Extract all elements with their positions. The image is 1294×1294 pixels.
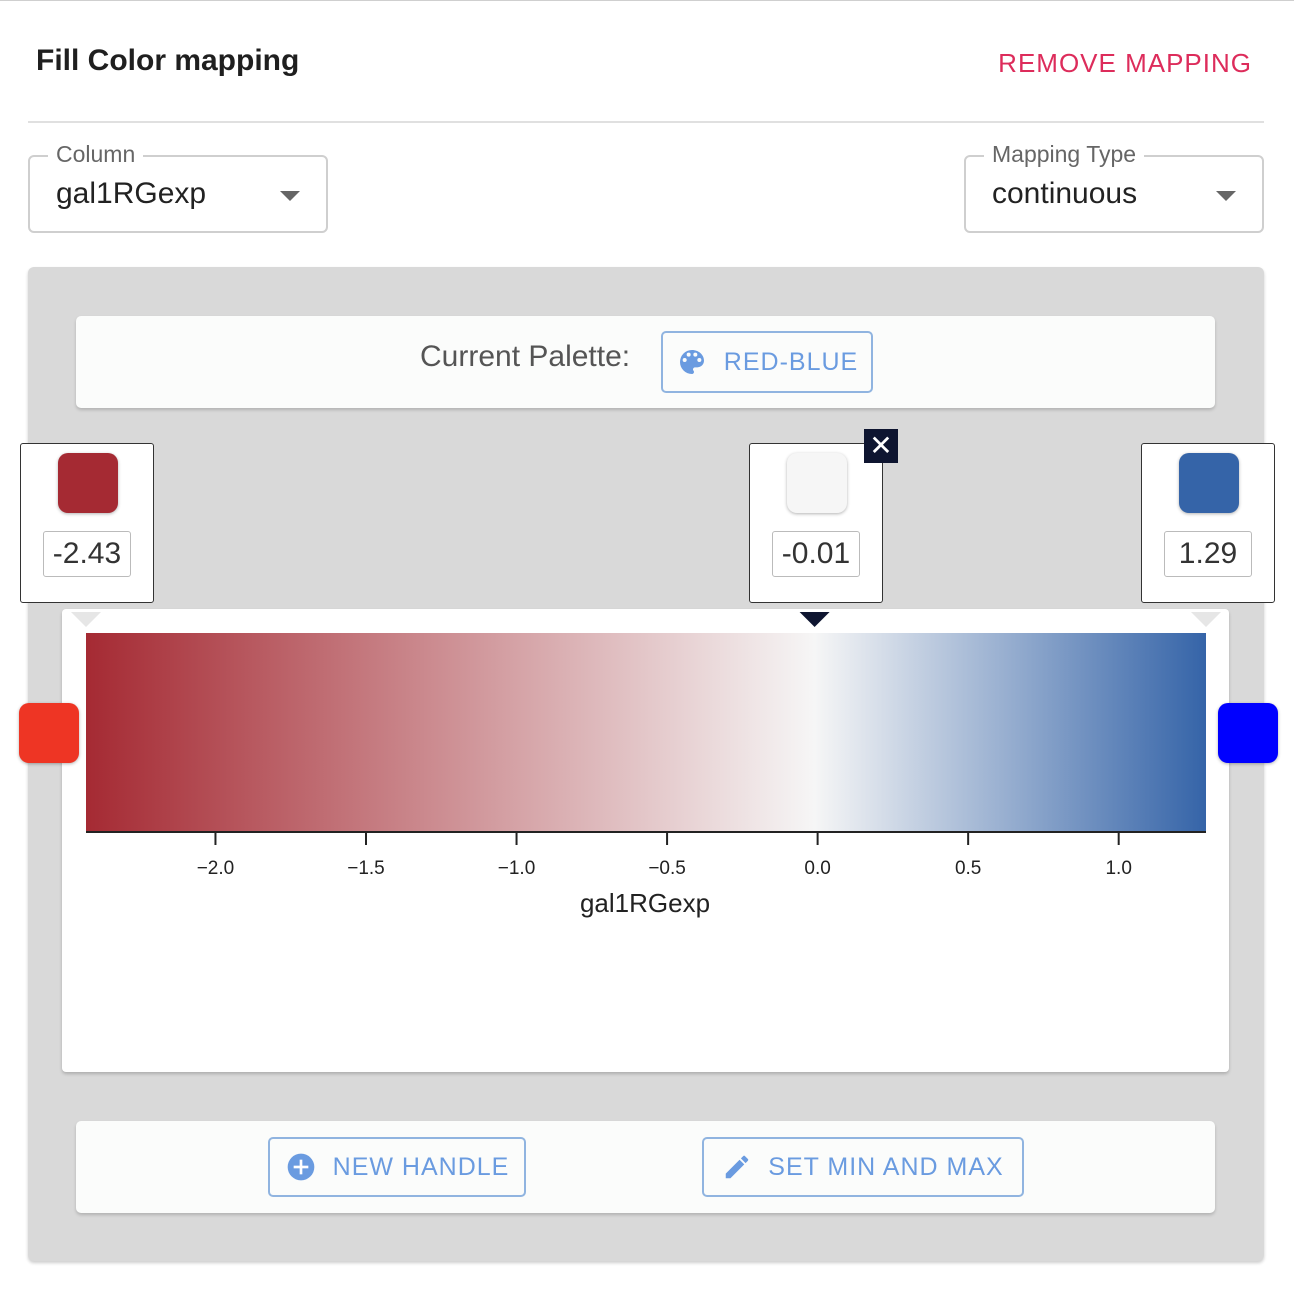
handle-pointer <box>71 612 101 627</box>
gradient-chart: −2.0 −1.5 −1.0 −0.5 0.0 0.5 1.0 gal1RGexp <box>71 612 1221 918</box>
x-tick-label: 0.5 <box>955 858 981 879</box>
x-axis-label: gal1RGexp <box>580 888 710 918</box>
mapping-type-select[interactable]: Mapping Type continuous <box>964 141 1264 233</box>
set-min-max-button[interactable]: SET MIN AND MAX <box>702 1137 1024 1197</box>
chevron-down-icon <box>1216 191 1236 201</box>
x-tick-label: −2.0 <box>197 858 235 879</box>
chevron-down-icon <box>280 191 300 201</box>
set-min-max-label: SET MIN AND MAX <box>768 1152 1004 1181</box>
palette-button[interactable]: RED-BLUE <box>661 331 873 393</box>
mapping-type-value: continuous <box>992 177 1138 210</box>
mapping-type-label: Mapping Type <box>984 141 1145 168</box>
add-circle-icon <box>287 1153 314 1181</box>
handle-color-swatch[interactable] <box>1179 453 1239 513</box>
right-end-color-button[interactable] <box>1218 703 1278 763</box>
new-handle-label: NEW HANDLE <box>332 1152 510 1181</box>
color-handle-max[interactable]: 1.29 <box>1141 443 1275 603</box>
x-tick-label: 1.0 <box>1105 858 1131 879</box>
palette-button-label: RED-BLUE <box>723 347 859 376</box>
color-gradient-bar <box>86 633 1206 832</box>
pencil-icon <box>726 1155 749 1179</box>
x-tick-label: 0.0 <box>804 858 830 879</box>
remove-mapping-button[interactable]: REMOVE MAPPING <box>998 48 1252 79</box>
column-select[interactable]: Column gal1RGexp <box>28 141 328 233</box>
handle-pointer <box>1191 612 1221 627</box>
x-tick-label: −1.0 <box>498 858 536 879</box>
palette-icon <box>679 350 704 374</box>
page-title: Fill Color mapping <box>36 44 300 77</box>
handle-value-input[interactable]: -0.01 <box>772 531 860 577</box>
current-palette-label: Current Palette: <box>420 340 631 373</box>
column-value: gal1RGexp <box>56 177 207 210</box>
color-handle-mid[interactable]: -0.01 <box>749 443 883 603</box>
actions-card: NEW HANDLE SET MIN AND MAX <box>76 1121 1215 1213</box>
column-label: Column <box>48 141 144 168</box>
close-icon[interactable]: ✕ <box>864 429 898 463</box>
x-tick-label: −1.5 <box>347 858 385 879</box>
color-handle-min[interactable]: -2.43 <box>20 443 154 603</box>
x-tick-label: −0.5 <box>648 858 686 879</box>
new-handle-button[interactable]: NEW HANDLE <box>268 1137 526 1197</box>
top-border <box>0 0 1294 1</box>
palette-card: Current Palette: RED-BLUE <box>76 316 1215 408</box>
handle-color-swatch[interactable] <box>58 453 118 513</box>
handle-pointer <box>799 612 830 627</box>
header-divider <box>28 121 1264 123</box>
handle-value-input[interactable]: 1.29 <box>1164 531 1252 577</box>
handle-color-swatch[interactable] <box>787 453 847 513</box>
handle-value-input[interactable]: -2.43 <box>43 531 131 577</box>
gradient-plot: −2.0 −1.5 −1.0 −0.5 0.0 0.5 1.0 gal1RGexp <box>62 609 1229 1072</box>
left-end-color-button[interactable] <box>19 703 79 763</box>
